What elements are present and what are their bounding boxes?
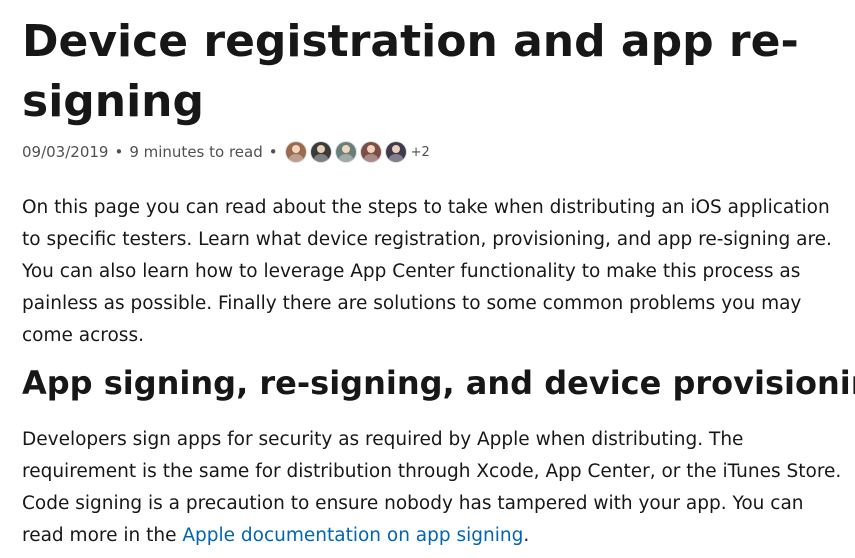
contributor-avatar-3[interactable] [335, 142, 356, 162]
section-paragraph: Developers sign apps for security as req… [22, 424, 847, 552]
contributor-avatar-5[interactable] [385, 142, 406, 162]
apple-documentation-link[interactable]: Apple documentation on app signing [182, 525, 523, 546]
contributors-list: +2 [285, 142, 430, 162]
section-end: . [523, 525, 530, 546]
meta-separator: • [114, 143, 124, 161]
article-date: 09/03/2019 [22, 143, 109, 161]
contributor-avatar-2[interactable] [310, 142, 331, 162]
meta-separator: • [268, 143, 278, 161]
article-metadata: 09/03/2019 • 9 minutes to read • +2 [22, 141, 430, 163]
contributor-avatar-1[interactable] [285, 142, 306, 162]
contributor-avatar-4[interactable] [360, 142, 381, 162]
page-title: Device registration and app re-signing [22, 16, 799, 127]
more-contributors-link[interactable]: +2 [411, 145, 430, 160]
section-heading: App signing, re-signing, and device prov… [22, 364, 855, 402]
intro-paragraph: On this page you can read about the step… [22, 197, 832, 346]
read-time: 9 minutes to read [129, 143, 263, 161]
